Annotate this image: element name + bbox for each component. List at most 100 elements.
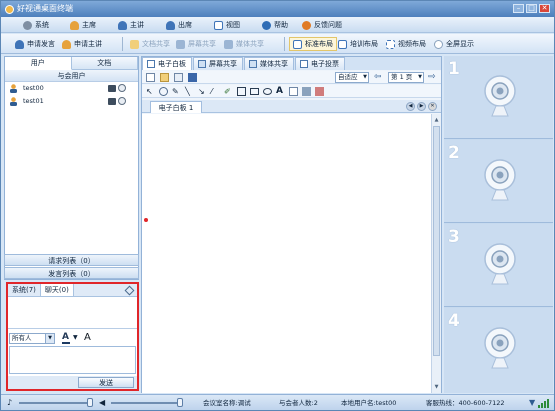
video-slot[interactable]: 1 — [444, 56, 553, 139]
scroll-down-icon[interactable]: ▼ — [433, 383, 440, 391]
scroll-up-icon[interactable]: ▲ — [433, 116, 440, 124]
fullscreen-button[interactable]: 全屏显示 — [434, 38, 474, 50]
scroll-right-icon[interactable]: ▶ — [417, 102, 426, 111]
speaker-volume-knob[interactable] — [177, 398, 183, 407]
whiteboard-canvas[interactable] — [142, 114, 431, 393]
recipient-select[interactable]: 所有人 ▼ — [9, 333, 55, 344]
menu-view[interactable]: 视图 — [214, 19, 240, 31]
tab-media-share[interactable]: 媒体共享 — [244, 57, 294, 70]
media-share-button[interactable]: 媒体共享 — [224, 38, 264, 50]
user-icon — [118, 20, 127, 30]
line-icon[interactable]: ╲ — [185, 87, 194, 96]
tab-system-messages[interactable]: 系统(7) — [8, 284, 41, 296]
menu-attend[interactable]: 出席 — [166, 19, 192, 31]
apply-lecture-button[interactable]: 申请主讲 — [62, 38, 102, 50]
view-icon — [214, 20, 223, 30]
camera-icon[interactable] — [108, 98, 116, 105]
media-icon — [224, 39, 233, 49]
whiteboard-toolbar: 自适应 ▼ ⇦ 第 1 页 ▼ ⇨ — [142, 71, 441, 84]
video-slot[interactable]: 4 — [444, 308, 553, 393]
clear-icon[interactable] — [315, 87, 324, 96]
speaker-volume-slider[interactable] — [111, 402, 183, 404]
tab-whiteboard-1[interactable]: 电子白板 1 — [150, 101, 202, 113]
prev-page-icon[interactable]: ⇦ — [374, 73, 383, 82]
training-layout-button[interactable]: 培训布局 — [338, 38, 378, 50]
close-button[interactable]: ✕ — [539, 4, 550, 13]
microphone-icon[interactable] — [118, 97, 126, 105]
marker-icon[interactable]: ✐ — [224, 87, 233, 96]
microphone-icon[interactable] — [118, 84, 126, 92]
request-list-button[interactable]: 请求列表（0） — [4, 254, 139, 266]
menu-lecturer[interactable]: 主讲 — [118, 19, 144, 31]
user-icon — [9, 97, 18, 106]
scroll-thumb[interactable] — [433, 126, 440, 356]
menu-chair[interactable]: 主席 — [70, 19, 96, 31]
gear-icon — [23, 20, 32, 30]
standard-layout-button[interactable]: 标准布局 — [289, 37, 337, 51]
pen-icon[interactable]: ✎ — [172, 87, 181, 96]
rectangle-icon[interactable] — [237, 87, 246, 96]
next-page-icon[interactable]: ⇨ — [428, 73, 437, 82]
screen-share-button[interactable]: 屏幕共享 — [176, 38, 216, 50]
chat-input[interactable] — [9, 346, 136, 374]
tab-vote[interactable]: 电子投票 — [295, 57, 345, 70]
chevron-down-icon[interactable]: ▼ — [73, 334, 78, 341]
apply-speak-button[interactable]: 申请发言 — [15, 38, 55, 50]
camera-icon[interactable] — [108, 85, 116, 92]
ellipse-icon[interactable] — [263, 88, 272, 95]
user-row[interactable]: test01 — [5, 95, 138, 108]
new-file-icon[interactable] — [146, 73, 155, 82]
font-style-icon[interactable]: A — [84, 332, 91, 343]
select-icon[interactable] — [159, 87, 168, 96]
zoom-select[interactable]: 自适应 ▼ — [335, 72, 369, 83]
tab-chat[interactable]: 聊天(0) — [40, 284, 74, 296]
doc-share-button[interactable]: 文档共享 — [130, 38, 170, 50]
page-value: 第 1 页 — [391, 73, 413, 81]
vertical-scrollbar[interactable]: ▲ ▼ — [431, 114, 441, 393]
menu-help[interactable]: 帮助 — [262, 19, 288, 31]
open-folder-icon[interactable] — [160, 73, 169, 82]
font-color-icon[interactable]: A — [62, 332, 69, 342]
menu-feedback[interactable]: 反馈问题 — [302, 19, 342, 31]
video-slot[interactable]: 2 — [444, 140, 553, 223]
image-icon[interactable] — [302, 87, 311, 96]
tab-label: 电子投票 — [311, 59, 339, 68]
pointer-icon[interactable]: ↖ — [146, 87, 155, 96]
media-share-label: 媒体共享 — [236, 40, 264, 48]
filter-icon[interactable]: ▼ — [529, 397, 535, 409]
video-layout-button[interactable]: 视频布局 — [386, 38, 426, 50]
text-icon[interactable]: A — [276, 87, 285, 96]
toolbar-divider — [284, 37, 285, 51]
menu-system[interactable]: 系统 — [23, 19, 49, 31]
eraser-icon[interactable] — [289, 87, 298, 96]
brush-icon[interactable]: ⁄ — [211, 87, 220, 96]
attendee-count: 与会者人数:2 — [279, 399, 318, 407]
send-button[interactable]: 发送 — [78, 377, 134, 388]
page-select[interactable]: 第 1 页 ▼ — [388, 72, 424, 83]
screen-icon — [176, 39, 185, 49]
layout-icon — [293, 39, 302, 49]
apply-speak-label: 申请发言 — [27, 40, 55, 48]
tab-whiteboard[interactable]: 电子白板 — [142, 57, 192, 70]
chat-log — [8, 298, 137, 329]
save-icon[interactable] — [188, 73, 197, 82]
rect-outline-icon[interactable] — [250, 88, 259, 95]
tab-documents[interactable]: 文档 — [71, 57, 138, 70]
maximize-button[interactable]: □ — [526, 4, 537, 13]
apply-lecture-label: 申请主讲 — [74, 40, 102, 48]
user-row[interactable]: test00 — [5, 82, 138, 95]
mic-volume-slider[interactable] — [19, 402, 93, 404]
speak-list-button[interactable]: 发言列表（0） — [4, 267, 139, 279]
tab-screen-share[interactable]: 屏幕共享 — [193, 57, 243, 70]
service-hotline: 客服热线：400-600-7122 — [426, 399, 505, 407]
close-tab-icon[interactable]: ✕ — [428, 102, 437, 111]
print-icon[interactable] — [174, 73, 183, 82]
microphone-icon[interactable]: ♪ — [7, 397, 12, 409]
arrow-icon[interactable]: ↘ — [198, 87, 207, 96]
tab-users[interactable]: 用户 — [5, 57, 72, 70]
mic-volume-knob[interactable] — [87, 398, 93, 407]
video-slot[interactable]: 3 — [444, 224, 553, 307]
scroll-left-icon[interactable]: ◀ — [406, 102, 415, 111]
minimize-button[interactable]: – — [513, 4, 524, 13]
speaker-icon[interactable]: ◀ — [99, 397, 105, 409]
